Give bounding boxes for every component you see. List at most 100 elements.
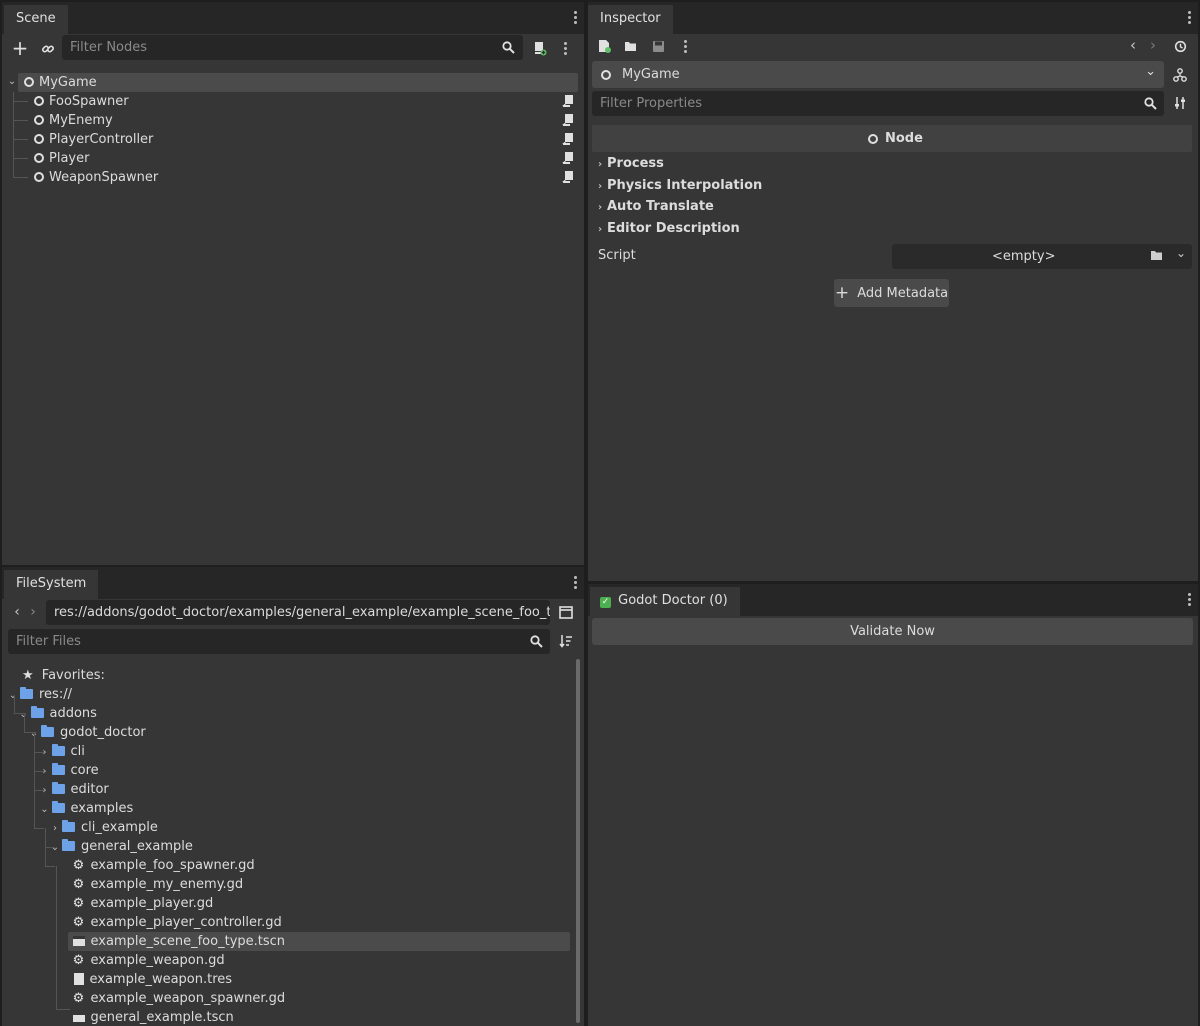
tree-guide [14, 158, 28, 159]
node-tree-icon[interactable] [1172, 66, 1188, 84]
scene-node-row[interactable]: PlayerController [34, 130, 153, 149]
chevron-down-icon[interactable]: ⌄ [7, 76, 17, 87]
filter-nodes-input[interactable]: Filter Nodes [62, 35, 523, 60]
node-section-header[interactable]: Node [592, 125, 1192, 152]
split-view-icon[interactable] [558, 604, 574, 620]
file-row[interactable]: ⚙ example_player_controller.gd [61, 913, 282, 932]
folder-row[interactable]: ⌄addons [19, 704, 97, 723]
scene-node-row[interactable]: WeaponSpawner [34, 168, 158, 187]
file-label: example_weapon.gd [90, 953, 225, 968]
doctor-dock-menu-icon[interactable] [1188, 593, 1192, 607]
filter-files-input[interactable]: Filter Files [8, 629, 550, 654]
filter-properties-input[interactable]: Filter Properties [592, 91, 1164, 116]
tree-guide [34, 790, 44, 791]
scene-tree: ⌄ MyGame FooSpawner MyEnemy PlayerControlle… [2, 72, 584, 192]
check-icon: ✓ [600, 597, 611, 608]
filesystem-dock-menu-icon[interactable] [574, 576, 578, 590]
history-icon[interactable] [1172, 38, 1188, 54]
back-icon[interactable]: ‹ [10, 603, 24, 621]
script-icon[interactable] [562, 132, 574, 150]
open-folder-icon[interactable] [622, 38, 640, 54]
tab-inspector[interactable]: Inspector [588, 5, 673, 34]
folder-row[interactable]: › cli_example [50, 818, 158, 837]
node-ring-icon [34, 172, 44, 182]
save-icon[interactable] [650, 38, 666, 54]
tree-guide [34, 771, 44, 772]
chevron-down-icon[interactable]: ⌄ [8, 686, 18, 705]
folder-row[interactable]: › core [40, 761, 99, 780]
scene-node-row[interactable]: Player [34, 149, 89, 168]
file-row[interactable]: example_scene_foo_type.tscn [61, 932, 285, 951]
scene-node-row[interactable]: MyGame [24, 73, 97, 92]
inspector-group-label: Auto Translate [607, 199, 714, 215]
scene-menu-icon[interactable] [564, 42, 568, 56]
property-filter-settings-icon[interactable] [1172, 95, 1188, 111]
folder-row[interactable]: ⌄ res:// [8, 685, 72, 704]
chevron-down-icon[interactable]: ⌄ [40, 800, 50, 819]
validate-now-button[interactable]: Validate Now [592, 618, 1193, 645]
file-label: example_player.gd [90, 896, 214, 911]
node-ring-icon [24, 77, 34, 87]
inspector-dock-menu-icon[interactable] [1188, 11, 1192, 25]
tab-godot-doctor[interactable]: ✓ Godot Doctor (0) [590, 587, 740, 616]
script-icon[interactable] [562, 170, 574, 188]
gear-icon: ⚙ [72, 953, 85, 968]
file-row[interactable]: ⚙ example_player.gd [61, 894, 214, 913]
file-row[interactable]: ⚙ example_weapon_spawner.gd [61, 989, 285, 1008]
add-metadata-button[interactable]: + Add Metadata [834, 279, 949, 307]
file-row[interactable]: example_weapon.tres [61, 970, 232, 989]
node-ring-icon [868, 134, 878, 144]
scene-node-row[interactable]: MyEnemy [34, 111, 113, 130]
chevron-down-icon[interactable]: ⌄ [1176, 246, 1186, 260]
history-back-icon[interactable]: ‹ [1126, 36, 1140, 54]
scene-dock-menu-icon[interactable] [574, 11, 578, 25]
link-icon[interactable] [38, 39, 58, 59]
object-name: MyGame [622, 67, 680, 82]
path-field[interactable]: res://addons/godot_doctor/examples/gener… [46, 600, 550, 625]
script-property-value[interactable]: <empty> ⌄ [892, 244, 1192, 269]
favorites-row[interactable]: ★ Favorites: [22, 666, 105, 685]
forward-icon[interactable]: › [26, 603, 40, 621]
file-label: res:// [39, 687, 72, 702]
chevron-right-icon[interactable]: › [50, 819, 60, 838]
folder-row[interactable]: › cli [40, 742, 85, 761]
star-icon: ★ [22, 668, 34, 683]
add-icon: + [834, 283, 850, 303]
inspector-group[interactable]: › Auto Translate [596, 199, 714, 214]
sort-icon[interactable] [558, 633, 574, 649]
inspector-group[interactable]: › Editor Description [596, 221, 740, 236]
chevron-right-icon: › [597, 159, 603, 170]
file-row[interactable]: ⚙ example_my_enemy.gd [61, 875, 244, 894]
scrollbar[interactable] [576, 659, 580, 1023]
file-row[interactable]: general_example.tscn [61, 1008, 234, 1026]
tab-filesystem[interactable]: FileSystem [4, 570, 99, 599]
tab-scene[interactable]: Scene [4, 5, 68, 34]
inspector-menu-icon[interactable] [684, 40, 688, 54]
file-label: core [70, 763, 99, 778]
folder-row[interactable]: ⌄ examples [40, 799, 134, 819]
folder-row[interactable]: › editor [40, 780, 109, 799]
history-forward-icon[interactable]: › [1146, 36, 1160, 54]
godot-doctor-tab-label: Godot Doctor (0) [618, 593, 728, 608]
attach-script-icon[interactable] [530, 39, 548, 57]
folder-row[interactable]: ⌄general_example [50, 837, 193, 856]
tree-guide [24, 714, 25, 732]
scene-dock: Scene + Filter Nodes ⌄ MyGame FooSpawner M… [2, 2, 584, 565]
script-icon[interactable] [562, 151, 574, 169]
script-icon[interactable] [562, 113, 574, 131]
new-resource-icon[interactable] [596, 38, 612, 54]
add-node-icon[interactable]: + [10, 36, 30, 60]
load-script-icon[interactable] [1150, 249, 1164, 265]
file-row[interactable]: ⚙ example_foo_spawner.gd [61, 856, 255, 875]
object-selector[interactable]: MyGame ⌄ [592, 61, 1164, 88]
search-icon [528, 633, 544, 649]
folder-row[interactable]: ⌄godot_doctor [29, 723, 146, 742]
file-label: examples [70, 801, 134, 816]
filter-nodes-placeholder: Filter Nodes [70, 40, 148, 55]
file-row[interactable]: ⚙ example_weapon.gd [61, 951, 225, 970]
scene-node-row[interactable]: FooSpawner [34, 92, 129, 111]
tree-guide [13, 92, 14, 178]
inspector-group[interactable]: › Process [596, 156, 664, 171]
inspector-group[interactable]: › Physics Interpolation [596, 178, 762, 193]
script-icon[interactable] [562, 94, 574, 112]
